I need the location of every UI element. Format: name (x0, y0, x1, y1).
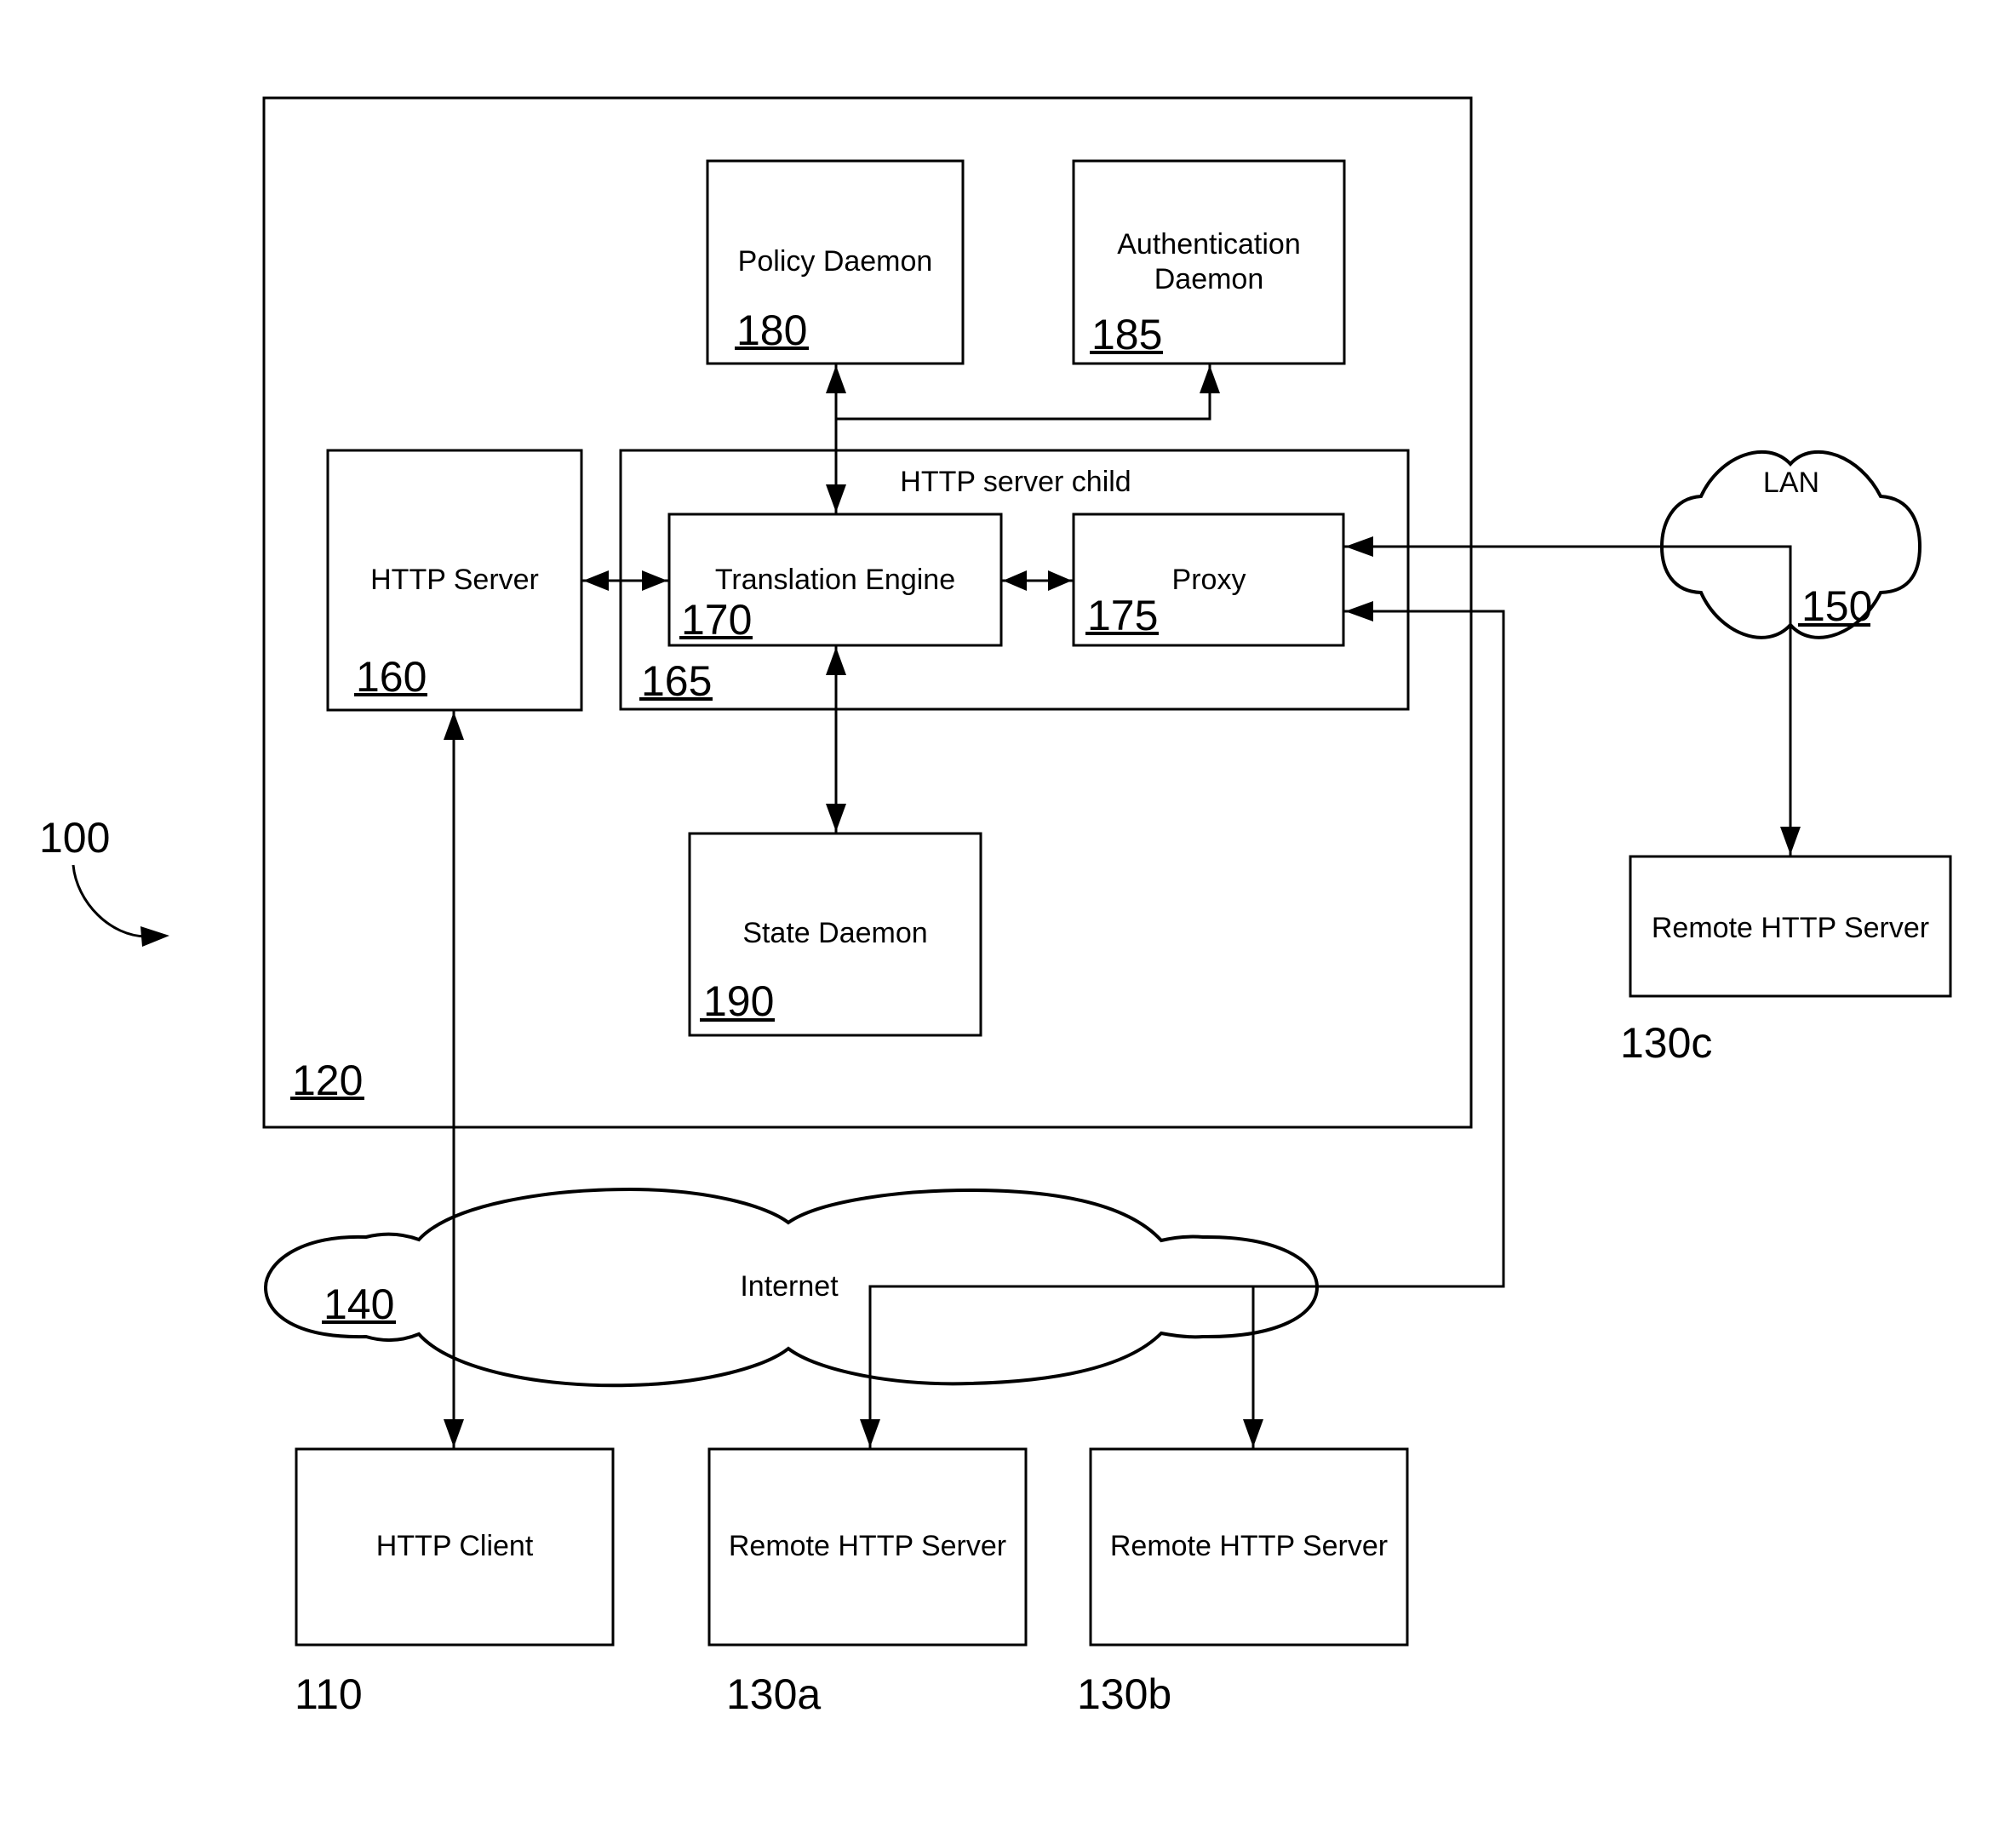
auth-daemon-label-line1: Authentication (1117, 228, 1301, 261)
lan-ref: 150 (1801, 582, 1872, 630)
http-client-ref: 110 (295, 1670, 363, 1718)
remote-server-a-ref: 130a (726, 1670, 821, 1718)
system-ref: 100 (39, 814, 110, 862)
arrowhead-down-icon (860, 1419, 880, 1447)
remote-server-c-label: Remote HTTP Server (1652, 912, 1929, 944)
system-ref-arrowhead (140, 926, 169, 947)
http-server-label: HTTP Server (370, 564, 539, 596)
arrowhead-down-icon (444, 1419, 464, 1447)
arrowhead-down-icon (1780, 827, 1801, 855)
system-ref-curve (72, 864, 147, 938)
state-daemon-label: State Daemon (742, 917, 927, 949)
policy-daemon-label: Policy Daemon (738, 245, 933, 278)
state-daemon-ref: 190 (703, 977, 774, 1025)
http-client-label: HTTP Client (376, 1530, 534, 1562)
auth-daemon-label-line2: Daemon (1154, 263, 1264, 295)
remote-server-b-ref: 130b (1077, 1670, 1171, 1718)
remote-server-b-label: Remote HTTP Server (1110, 1530, 1388, 1562)
translation-engine-label: Translation Engine (715, 564, 955, 596)
architecture-diagram: 120 Policy Daemon 180 Authentication Dae… (39, 96, 1952, 1718)
proxy-label: Proxy (1172, 564, 1246, 596)
remote-server-a-label: Remote HTTP Server (729, 1530, 1006, 1562)
lan-label: LAN (1763, 467, 1819, 499)
internet-label: Internet (740, 1270, 839, 1303)
arrowhead-down-icon (1243, 1419, 1263, 1447)
remote-server-c-ref: 130c (1620, 1019, 1712, 1067)
server-child-label: HTTP server child (900, 466, 1131, 498)
